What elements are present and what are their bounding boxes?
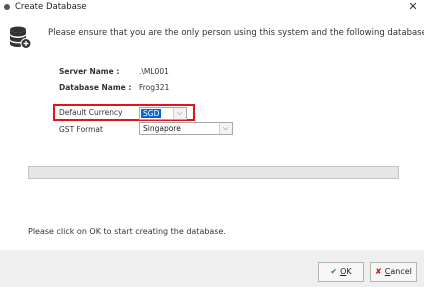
server-name-value: .\ML001	[139, 67, 169, 76]
database-name-value: Frog321	[139, 83, 170, 92]
window-title: Create Database	[15, 2, 87, 12]
check-icon: ✔	[330, 267, 338, 276]
gst-format-value: Singapore	[143, 124, 181, 133]
gst-format-label: GST Format	[59, 125, 103, 134]
database-name-label: Database Name :	[59, 83, 132, 92]
title-bar: Create Database ✕	[0, 0, 424, 16]
x-icon: ✘	[375, 267, 382, 276]
chevron-down-icon: ⌵	[223, 124, 229, 132]
server-name-label: Server Name :	[59, 67, 120, 76]
default-currency-select[interactable]: SGD ⌵	[139, 107, 187, 120]
app-icon	[4, 4, 10, 10]
ok-label: K	[346, 267, 352, 276]
default-currency-value: SGD	[141, 109, 162, 118]
intro-text: Please ensure that you are the only pers…	[48, 28, 424, 38]
gst-format-select[interactable]: Singapore ⌵	[139, 122, 233, 135]
default-currency-label: Default Currency	[59, 108, 123, 117]
currency-dropdown-button[interactable]: ⌵	[173, 108, 186, 119]
close-icon[interactable]: ✕	[407, 0, 419, 14]
database-icon	[9, 26, 32, 49]
cancel-button[interactable]: ✘ Cancel	[370, 262, 417, 282]
instruction-text: Please click on OK to start creating the…	[28, 227, 226, 236]
button-bar: ✔ OK ✘ Cancel	[0, 250, 424, 287]
chevron-down-icon: ⌵	[177, 109, 183, 117]
gst-dropdown-button[interactable]: ⌵	[219, 123, 232, 134]
cancel-label: ancel	[390, 267, 412, 276]
ok-button[interactable]: ✔ OK	[318, 262, 364, 282]
progress-bar	[28, 166, 399, 179]
